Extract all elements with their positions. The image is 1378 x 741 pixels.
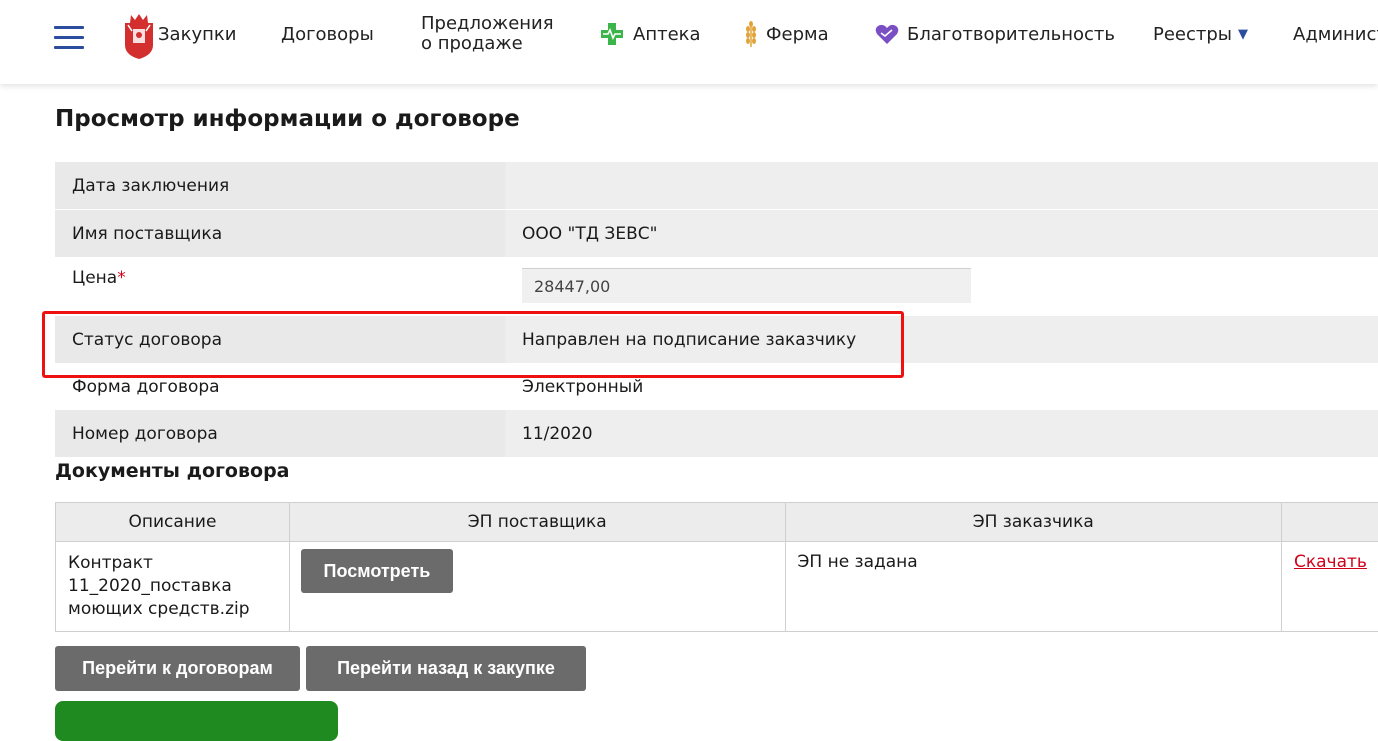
back-to-purchase-button[interactable]: Перейти назад к закупке (306, 646, 586, 691)
number-label: Номер договора (55, 410, 505, 457)
nav-predlozheniya-line2: о продаже (421, 34, 554, 54)
nav-ferma-label: Ферма (766, 24, 829, 45)
pharmacy-cross-icon (599, 21, 625, 47)
nav-predlozheniya-label: Предложения о продаже (421, 14, 554, 54)
nav-apteka-label: Аптека (633, 24, 701, 45)
green-action-button[interactable] (55, 701, 338, 741)
column-description: Описание (56, 503, 290, 542)
nav-predlozheniya[interactable]: Предложения о продаже (421, 0, 554, 68)
info-row-date: Дата заключения (55, 162, 1378, 209)
moscow-region-coat-of-arms-icon[interactable] (119, 11, 159, 61)
column-customer-signature: ЭП заказчика (785, 503, 1281, 542)
wheat-icon (744, 20, 758, 48)
info-row-supplier: Имя поставщика ООО "ТД ЗЕВС" (55, 210, 1378, 257)
document-name-line1: Контракт (68, 552, 277, 575)
document-name-line2: 11_2020_поставка (68, 575, 277, 598)
nav-admin-label: Админист (1293, 24, 1378, 45)
status-highlight-box (42, 311, 904, 378)
date-value (506, 162, 1378, 209)
top-navbar: Закупки Договоры Предложения о продаже А… (0, 0, 1378, 84)
supplier-value: ООО "ТД ЗЕВС" (506, 210, 1378, 257)
supplier-signature-cell: Посмотреть (289, 542, 785, 632)
price-label-cell: Цена* (55, 258, 505, 298)
info-row-number: Номер договора 11/2020 (55, 410, 1378, 457)
hamburger-menu-icon[interactable] (54, 26, 84, 50)
download-cell: Скачать (1281, 542, 1378, 632)
number-value: 11/2020 (506, 410, 1378, 457)
nav-zakupki[interactable]: Закупки (158, 0, 236, 68)
nav-apteka[interactable]: Аптека (599, 0, 701, 68)
price-field[interactable]: 28447,00 (522, 268, 971, 303)
documents-title: Документы договора (55, 460, 290, 482)
date-label: Дата заключения (55, 162, 505, 209)
price-label: Цена (72, 268, 117, 288)
nav-blagotvoritelnost-label: Благотворительность (907, 24, 1115, 45)
documents-table: Описание ЭП поставщика ЭП заказчика Конт… (55, 502, 1378, 632)
required-marker: * (117, 268, 126, 288)
nav-zakupki-label: Закупки (158, 24, 236, 45)
document-description: Контракт 11_2020_поставка моющих средств… (56, 542, 290, 632)
nav-dogovory[interactable]: Договоры (281, 0, 374, 68)
table-row: Контракт 11_2020_поставка моющих средств… (56, 542, 1378, 632)
nav-reestry-label: Реестры (1153, 24, 1232, 45)
nav-blagotvoritelnost[interactable]: Благотворительность (875, 0, 1115, 68)
go-to-contracts-button[interactable]: Перейти к договорам (55, 646, 300, 691)
page-title: Просмотр информации о договоре (55, 106, 520, 132)
customer-signature-cell: ЭП не задана (785, 542, 1281, 632)
nav-predlozheniya-line1: Предложения (421, 14, 554, 34)
column-supplier-signature: ЭП поставщика (289, 503, 785, 542)
nav-admin[interactable]: Админист (1293, 0, 1378, 68)
nav-ferma[interactable]: Ферма (744, 0, 829, 68)
document-name-line3: моющих средств.zip (68, 598, 277, 621)
view-signature-button[interactable]: Посмотреть (301, 549, 453, 593)
charity-heart-icon (875, 23, 899, 45)
nav-dogovory-label: Договоры (281, 24, 374, 45)
supplier-label: Имя поставщика (55, 210, 505, 257)
download-link[interactable]: Скачать (1294, 552, 1367, 572)
dropdown-triangle-icon: ▼ (1238, 27, 1248, 42)
column-actions (1281, 503, 1378, 542)
documents-header-row: Описание ЭП поставщика ЭП заказчика (56, 503, 1378, 542)
nav-reestry[interactable]: Реестры ▼ (1153, 0, 1248, 68)
